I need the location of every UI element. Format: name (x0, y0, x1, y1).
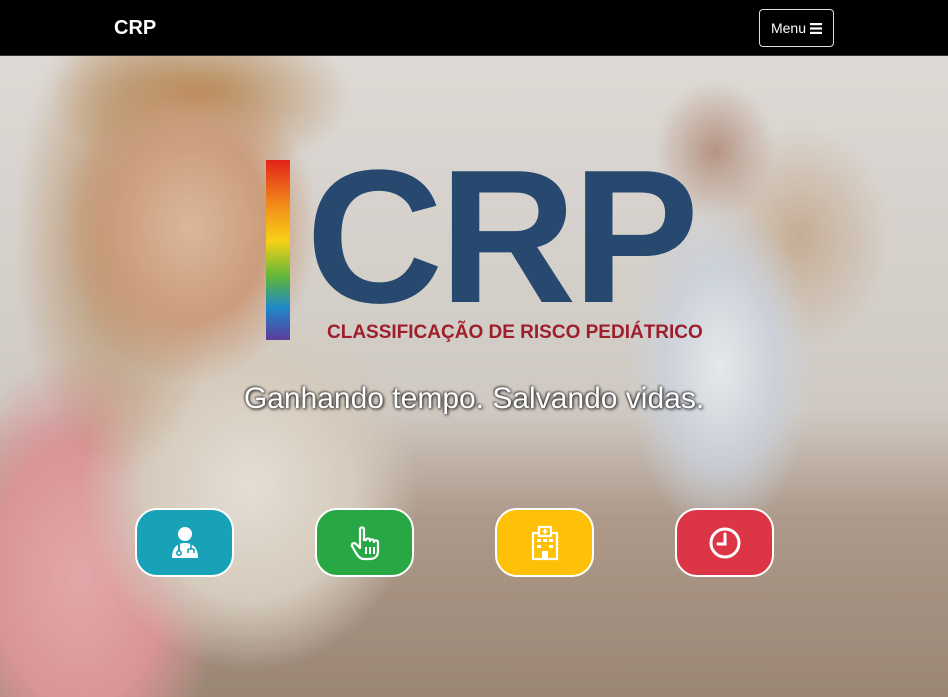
navbar: CRP Menu (0, 0, 948, 56)
logo-subtitle: CLASSIFICAÇÃO DE RISCO PEDIÁTRICO (327, 322, 703, 343)
clock-icon (709, 527, 740, 558)
menu-button[interactable]: Menu (759, 9, 834, 47)
hand-pointer-button[interactable] (315, 508, 414, 577)
doctor-button[interactable] (135, 508, 234, 577)
logo-rainbow-bar (266, 160, 290, 340)
hero-section: CRP CLASSIFICAÇÃO DE RISCO PEDIÁTRICO Ga… (0, 56, 948, 697)
hospital-icon (531, 525, 558, 560)
brand-link[interactable]: CRP (114, 16, 156, 40)
doctor-icon (171, 526, 198, 558)
menu-label: Menu (770, 20, 807, 36)
logo-text: CRP (306, 131, 699, 343)
clock-button[interactable] (675, 508, 774, 577)
hero-tagline: Ganhando tempo. Salvando vidas. (243, 382, 705, 415)
crp-logo: CRP CLASSIFICAÇÃO DE RISCO PEDIÁTRICO (266, 142, 703, 360)
hand-pointer-icon (350, 525, 379, 560)
bars-icon (810, 22, 823, 34)
hospital-button[interactable] (495, 508, 594, 577)
